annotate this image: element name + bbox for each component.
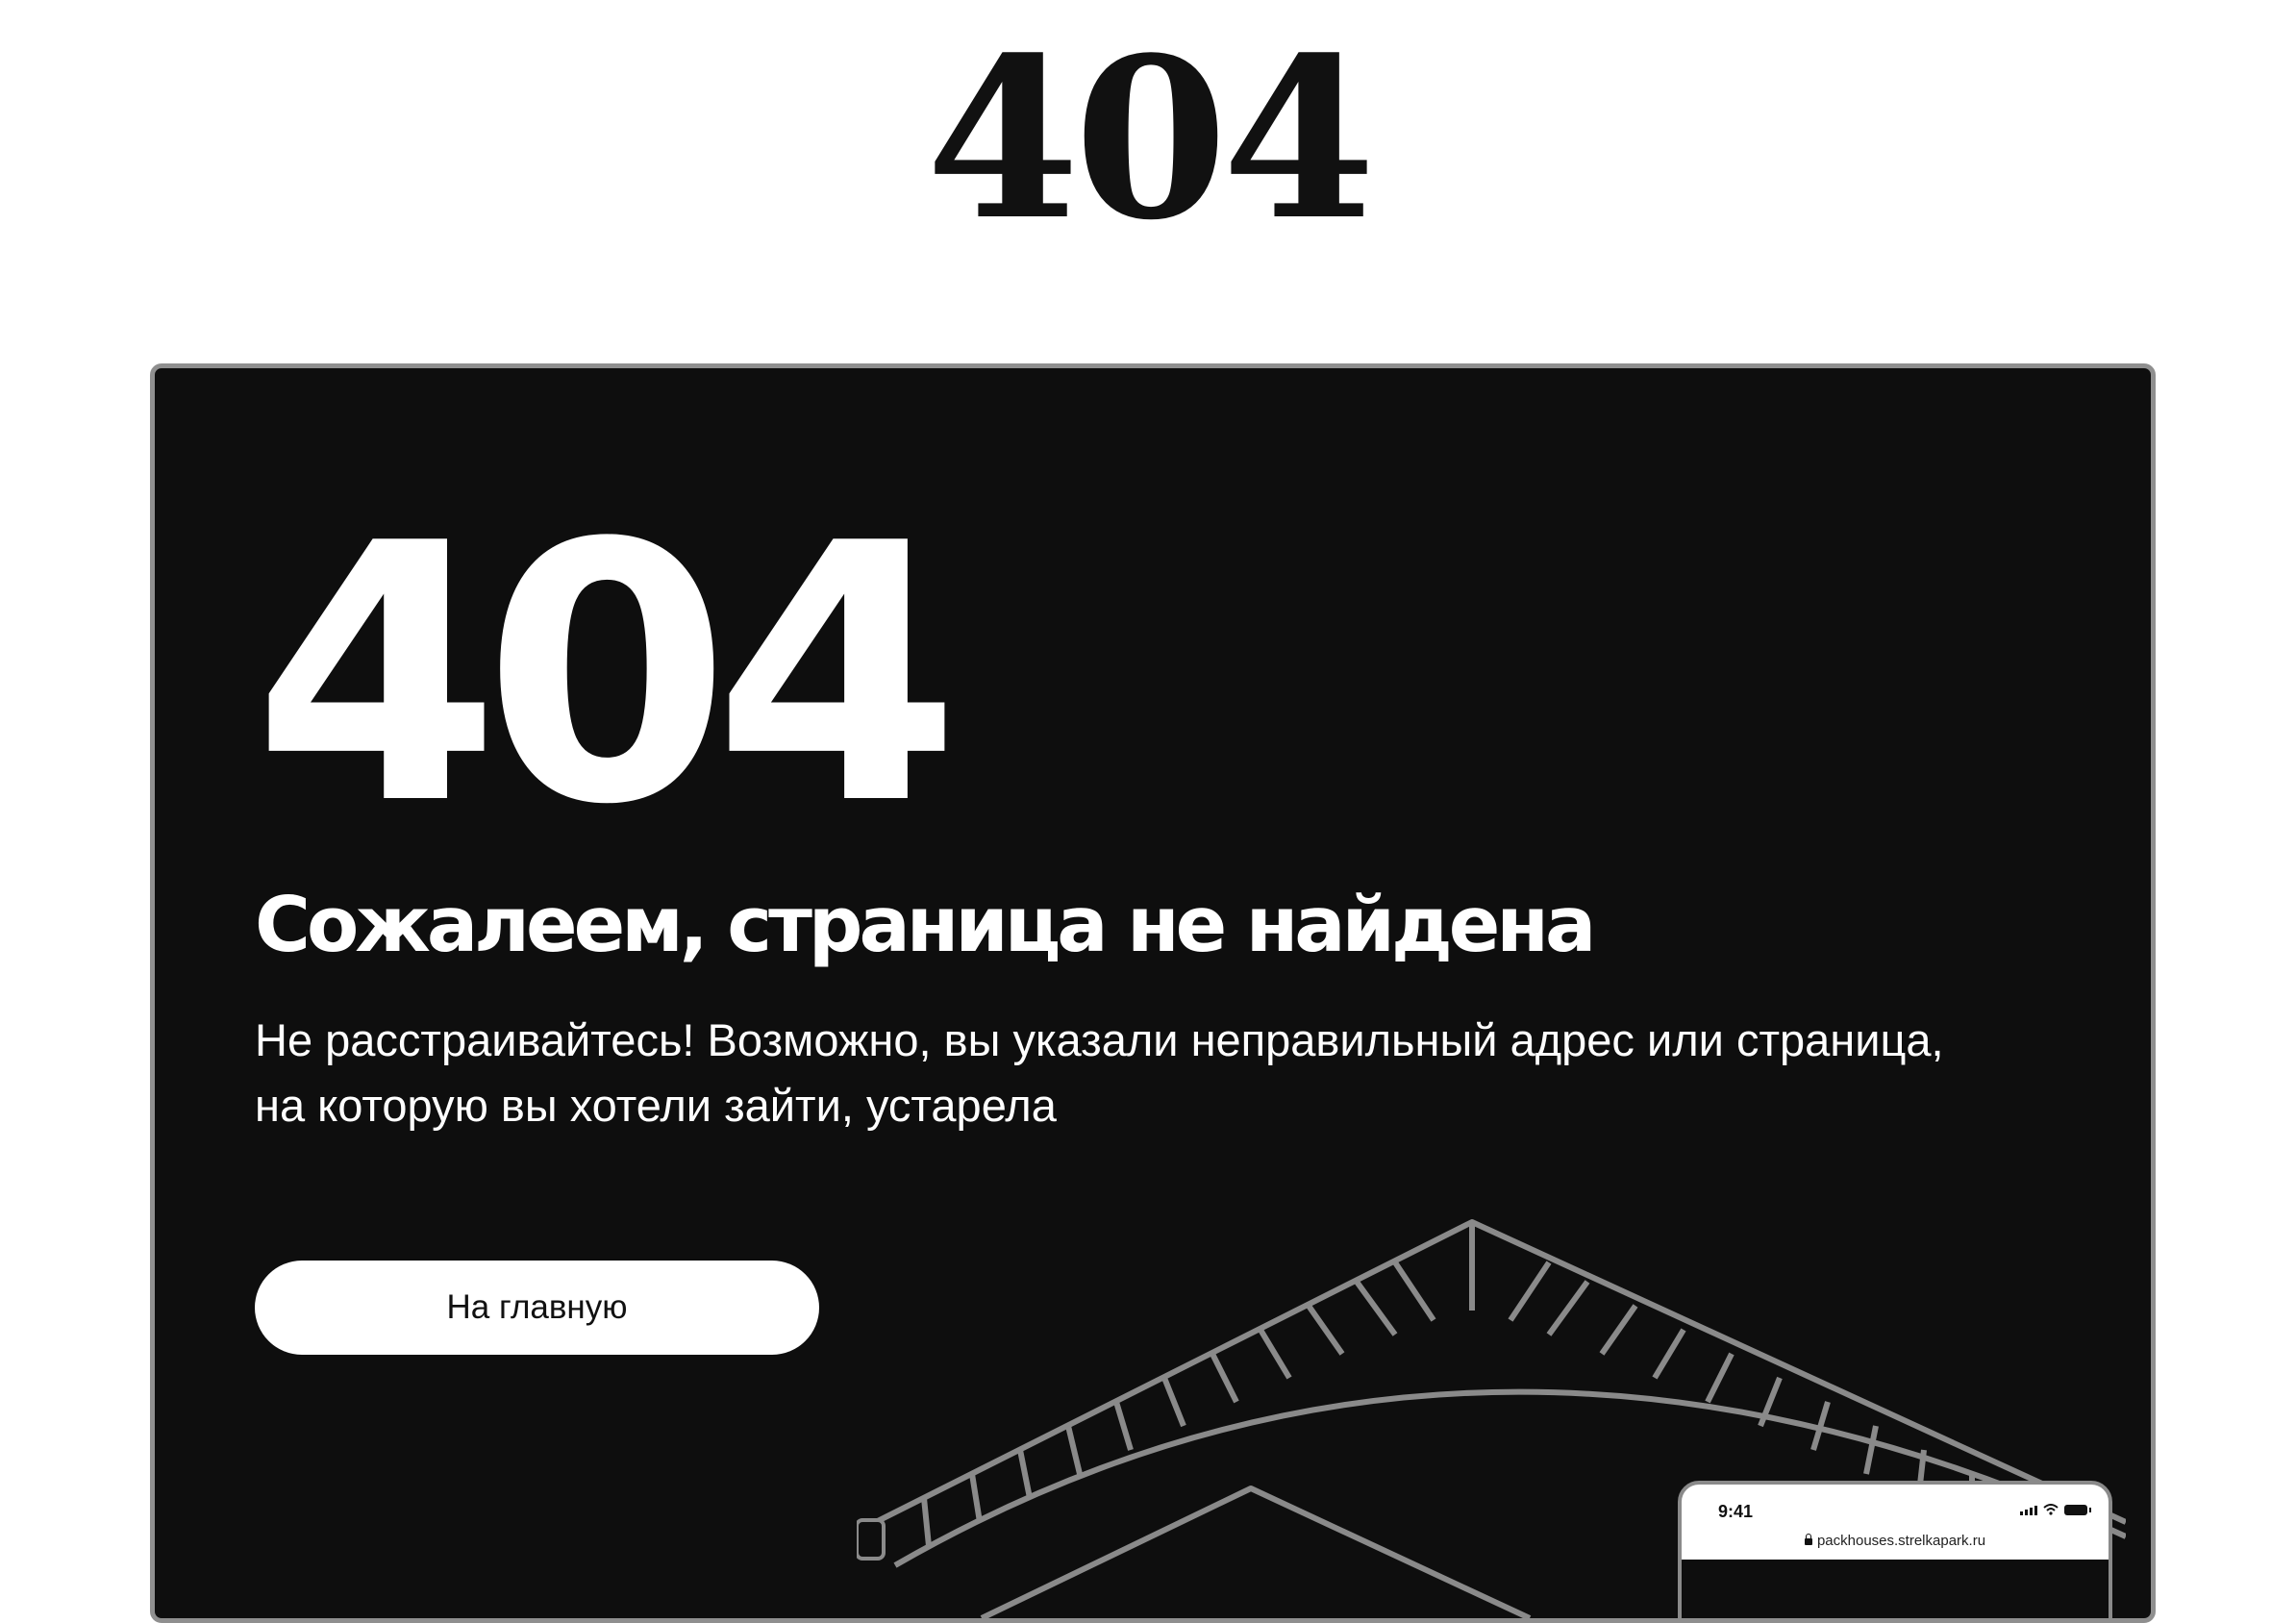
phone-time: 9:41 xyxy=(1718,1502,1754,1521)
home-button[interactable]: На главную xyxy=(255,1261,819,1355)
lock-icon xyxy=(1804,1534,1812,1545)
phone-screen xyxy=(1682,1560,2109,1618)
phone-address-bar: packhouses.strelkapark.ru xyxy=(1682,1533,2109,1549)
wifi-icon xyxy=(2043,1504,2059,1515)
error-description: Не расстраивайтесь! Возможно, вы указали… xyxy=(255,1014,1944,1131)
phone-url-text: packhouses.strelkapark.ru xyxy=(1816,1533,1986,1549)
phone-status-bar xyxy=(2020,1504,2091,1515)
phone-mockup: 9:41 packhouses.strelkapark.ru xyxy=(1678,1481,2112,1618)
page-title: 404 xyxy=(925,10,1376,269)
error-heading: Сожалеем, страница не найдена xyxy=(255,881,1596,969)
error-code: 404 xyxy=(253,469,961,883)
signal-icon xyxy=(2020,1506,2037,1515)
battery-icon xyxy=(2064,1505,2091,1515)
screenshot-frame: 404 Сожалеем, страница не найдена Не рас… xyxy=(150,363,2156,1623)
